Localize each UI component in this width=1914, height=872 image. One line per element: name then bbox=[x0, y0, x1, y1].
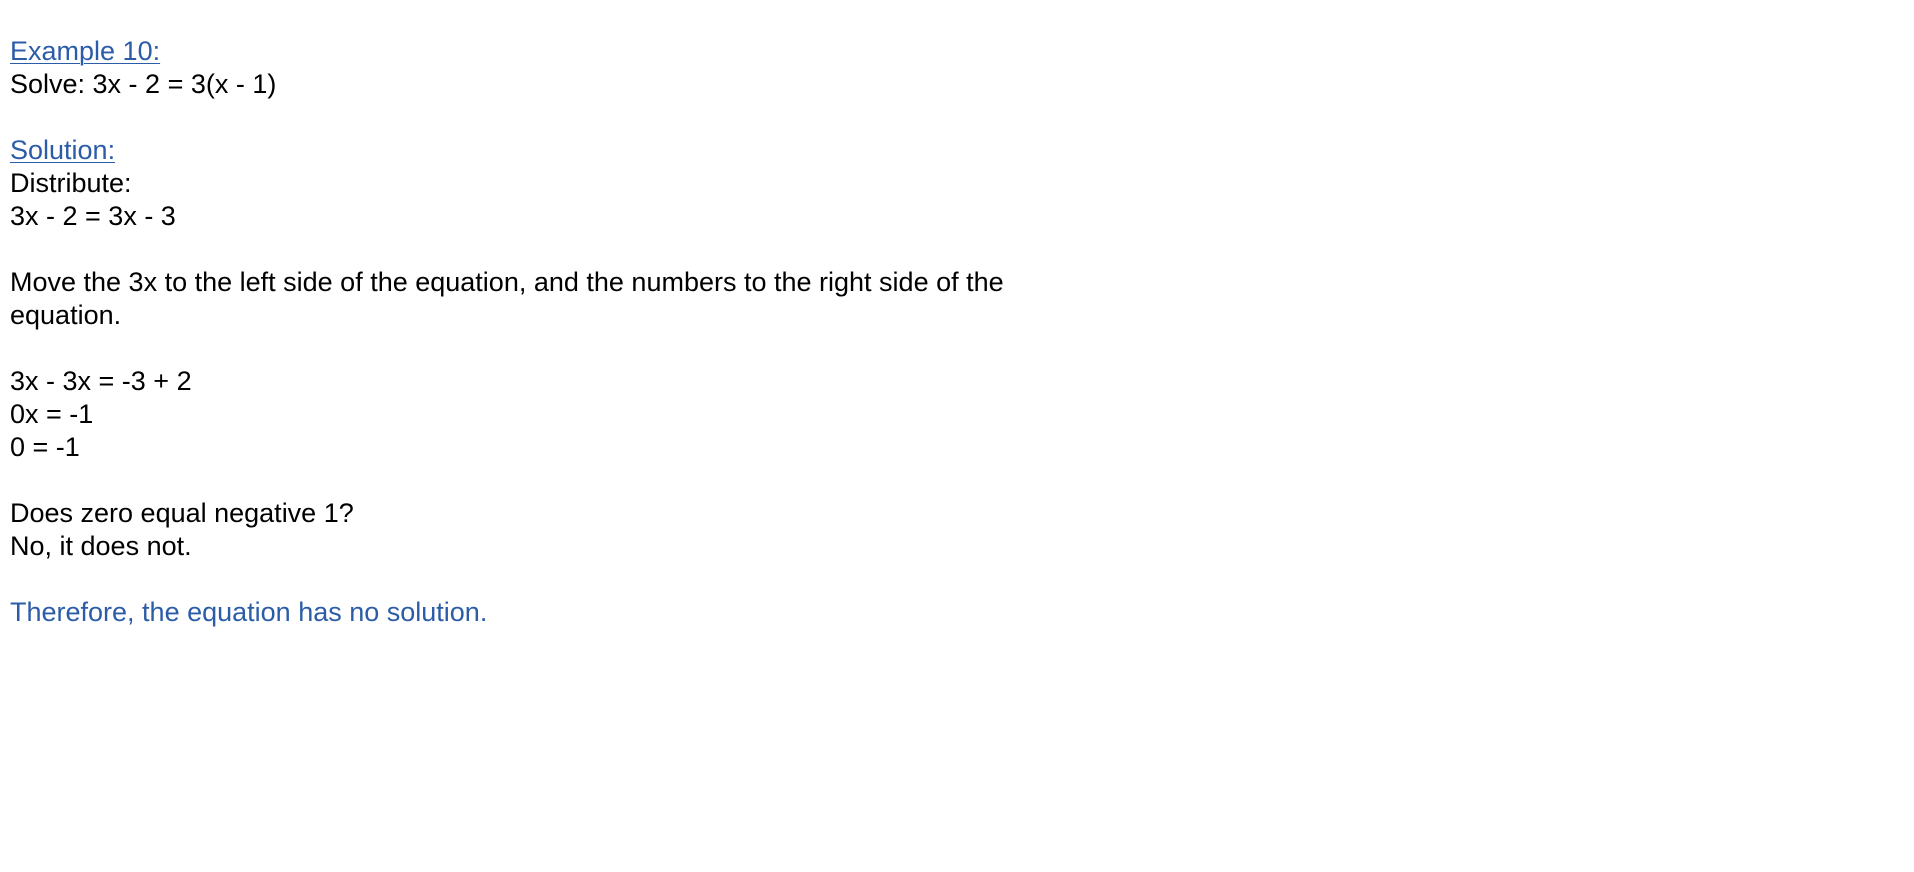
instruction-text: Move the 3x to the left side of the equa… bbox=[10, 267, 1004, 330]
step-equation-3: 0 = -1 bbox=[10, 432, 80, 462]
distribute-label: Distribute: bbox=[10, 168, 132, 198]
question-text: Does zero equal negative 1? bbox=[10, 498, 354, 528]
step-equation-1: 3x - 3x = -3 + 2 bbox=[10, 366, 192, 396]
conclusion-text: Therefore, the equation has no solution. bbox=[10, 597, 488, 627]
distributed-equation: 3x - 2 = 3x - 3 bbox=[10, 201, 176, 231]
answer-text: No, it does not. bbox=[10, 531, 192, 561]
example-heading: Example 10: bbox=[10, 36, 161, 66]
step-equation-2: 0x = -1 bbox=[10, 399, 94, 429]
solution-heading: Solution: bbox=[10, 135, 116, 165]
problem-statement: Solve: 3x - 2 = 3(x - 1) bbox=[10, 69, 277, 99]
document-body: Example 10: Solve: 3x - 2 = 3(x - 1) Sol… bbox=[10, 35, 1010, 629]
